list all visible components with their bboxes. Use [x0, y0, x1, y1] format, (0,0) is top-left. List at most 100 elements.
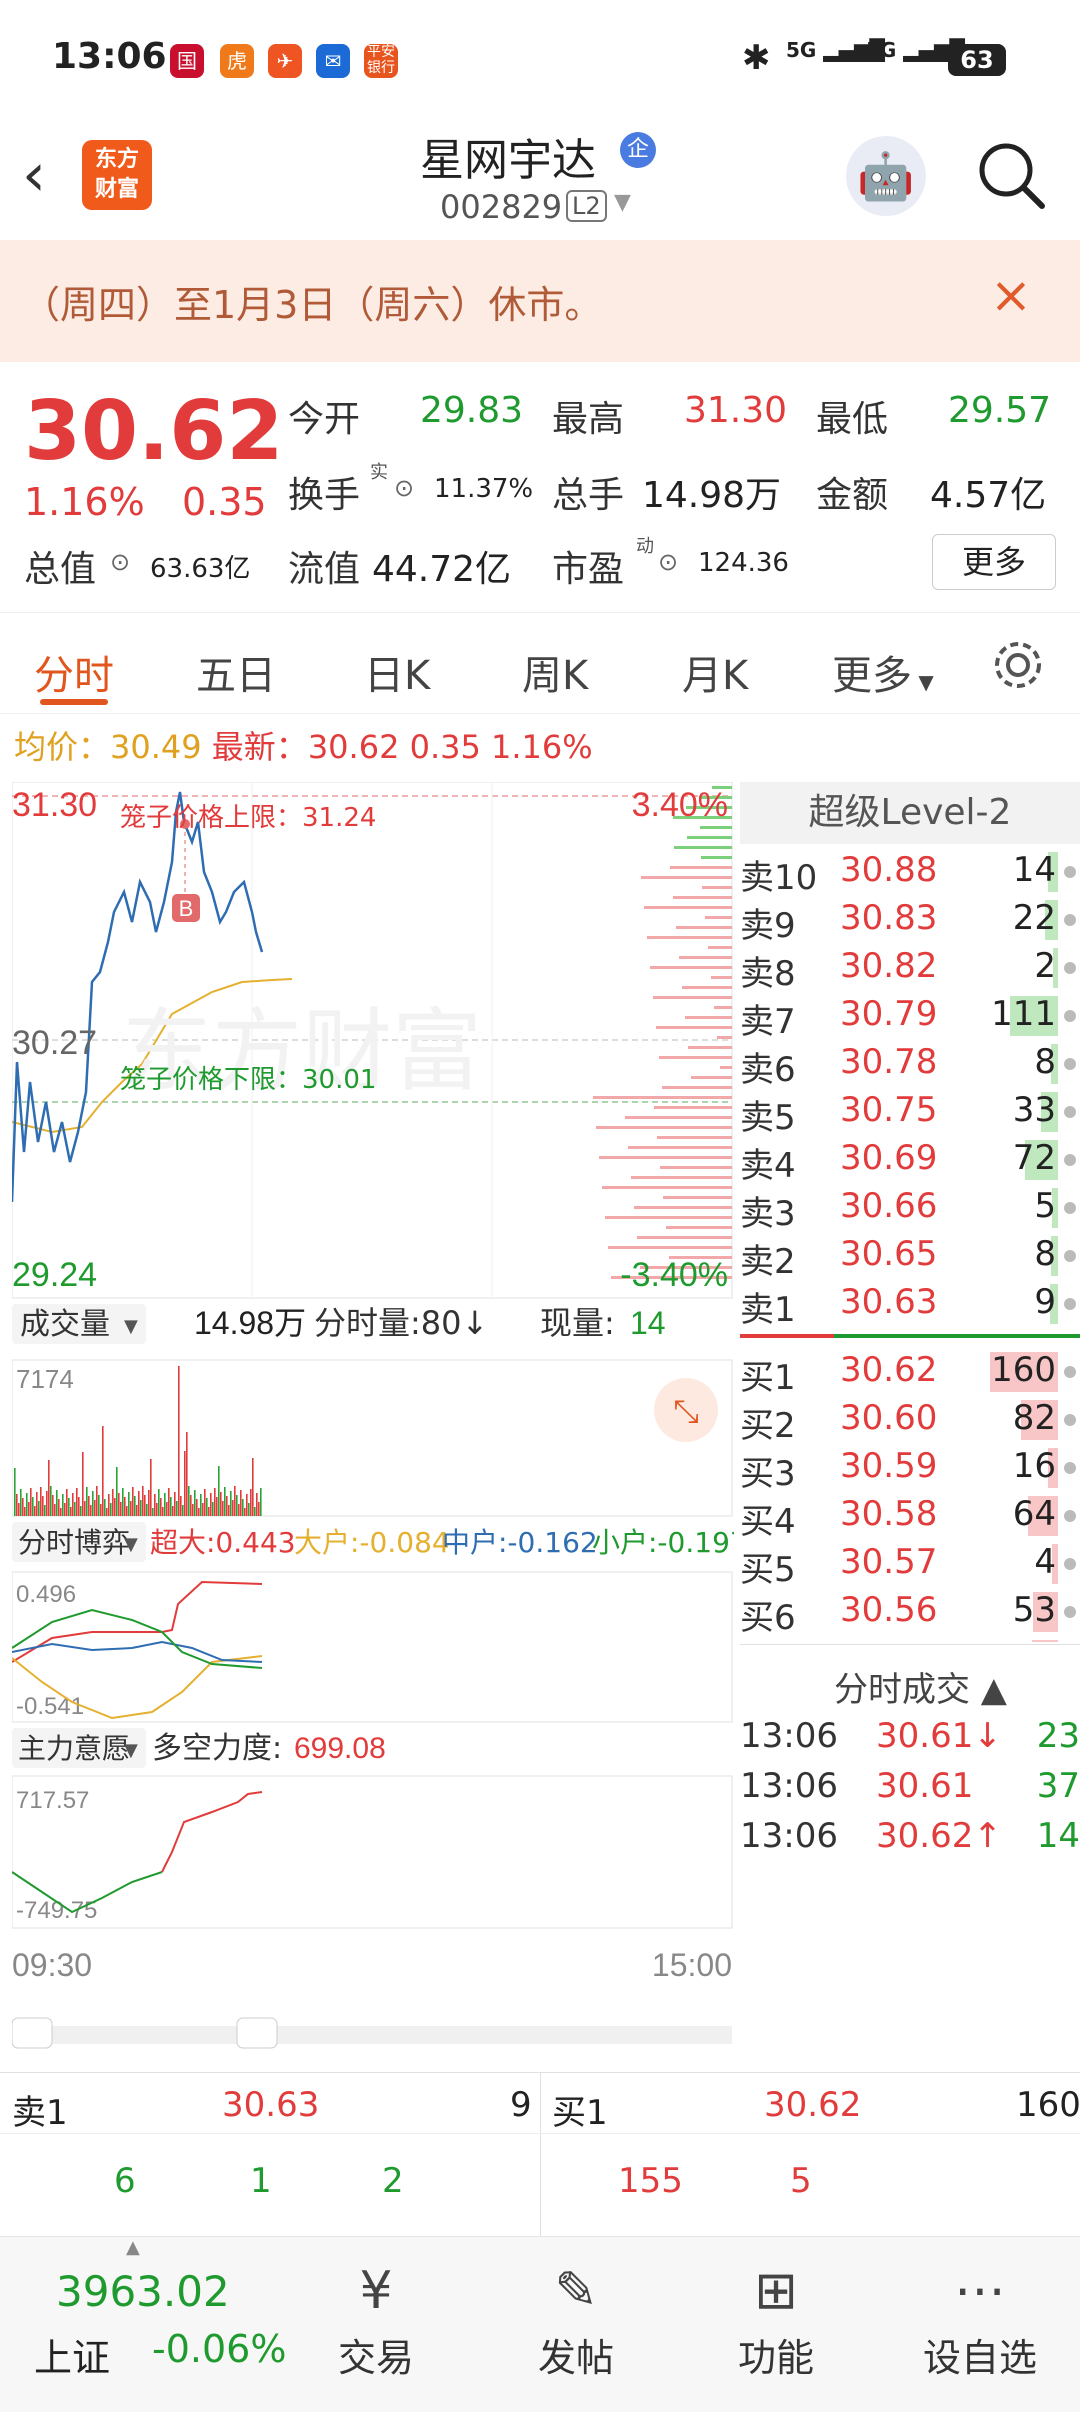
notice-text: （周四）至1月3日（周六）休市。	[22, 283, 603, 327]
depth-bar	[688, 1046, 732, 1049]
bid-level[interactable]: 买6 30.56 53	[740, 1590, 1080, 1638]
tab-daily-k[interactable]: 日K	[364, 643, 430, 701]
float-cap-value: 44.72亿	[372, 549, 512, 590]
volume-bar	[146, 1504, 148, 1516]
volume-label: 成交量	[20, 1307, 110, 1342]
depth-bar	[714, 1006, 732, 1009]
bid-level[interactable]: 买3 30.59 16	[740, 1446, 1080, 1494]
level-price: 30.78	[840, 1042, 938, 1082]
ticks-title[interactable]: 分时成交 ▲	[834, 1662, 1007, 1711]
info-icon[interactable]: ⊙	[110, 548, 130, 576]
index-pct[interactable]: -0.06%	[152, 2327, 286, 2371]
super-large: 超大:0.443	[150, 1526, 296, 1559]
volume-bar	[112, 1489, 114, 1516]
volume-bar	[190, 1495, 192, 1516]
tab-more[interactable]: 更多 ▼	[832, 643, 934, 701]
volume-bar	[252, 1458, 254, 1516]
order-book-title[interactable]: 超级Level-2	[740, 782, 1080, 844]
bid-level[interactable]: 买7 30.55 54	[740, 1638, 1080, 1642]
queue-panel: 卖1 30.63 9 买1 30.62 160 6 1 2 155 5	[0, 2072, 1080, 2237]
bid-level[interactable]: 买2 30.60 82	[740, 1398, 1080, 1446]
level-volume: 64	[1012, 1494, 1056, 1534]
volume-bar	[96, 1486, 98, 1516]
index-value[interactable]: 3963.02	[56, 2267, 230, 2316]
depth-bar	[628, 1146, 732, 1149]
volume-bar	[142, 1486, 144, 1516]
depth-bar	[637, 1236, 732, 1239]
depth-bar	[659, 1056, 732, 1059]
chevron-up-icon[interactable]: ▲	[126, 2237, 140, 2258]
time-scroller[interactable]	[12, 2026, 732, 2044]
ask-level[interactable]: 卖8 30.82 2	[740, 946, 1080, 994]
depth-bar	[691, 1076, 732, 1079]
level2-badge[interactable]: L2	[566, 190, 607, 222]
close-icon[interactable]: ×	[990, 266, 1032, 324]
level-name: 买2	[740, 1406, 796, 1446]
ask-level[interactable]: 卖1 30.63 9	[740, 1282, 1080, 1330]
depth-bar	[701, 856, 732, 859]
depth-bar	[599, 1156, 732, 1159]
volume-bar	[94, 1500, 96, 1516]
scroller-handle-right[interactable]	[236, 2017, 278, 2049]
more-button[interactable]: 更多	[932, 534, 1056, 590]
index-name[interactable]: 上证	[34, 2327, 110, 2382]
info-icon[interactable]: ⊙	[658, 548, 678, 576]
depth-bar	[625, 1116, 732, 1119]
volume-bar	[182, 1505, 184, 1516]
volume-bar	[140, 1500, 142, 1516]
chevron-down-icon[interactable]: ▼	[614, 190, 631, 215]
tab-intraday[interactable]: 分时	[34, 643, 114, 701]
volume-bar	[110, 1503, 112, 1516]
ask-level[interactable]: 卖9 30.83 22	[740, 898, 1080, 946]
nav-functions[interactable]: ⊞ 功能	[706, 2261, 846, 2382]
volume-bar	[116, 1467, 118, 1516]
intraday-chart[interactable]: B 东方财富 31.30 30.27 29.24 3.40% -3.40% 笼子…	[10, 781, 748, 2072]
robot-assistant-icon[interactable]: 🤖	[846, 136, 926, 216]
ask-level[interactable]: 卖6 30.78 8	[740, 1042, 1080, 1090]
tab-weekly-k[interactable]: 周K	[522, 643, 588, 701]
depth-bar	[679, 956, 732, 959]
bid-level[interactable]: 买4 30.58 64	[740, 1494, 1080, 1542]
volume-bar	[74, 1502, 76, 1516]
scroller-handle-left[interactable]	[11, 2017, 53, 2049]
nav-add-watchlist[interactable]: ⋯ 设自选	[910, 2261, 1050, 2382]
level-name: 卖1	[740, 1290, 796, 1330]
tab-five-day[interactable]: 五日	[196, 643, 276, 701]
ask-level[interactable]: 卖4 30.69 72	[740, 1138, 1080, 1186]
tick-volume: 37	[1036, 1766, 1080, 1806]
volume-bar	[202, 1503, 204, 1516]
depth-bar	[602, 1186, 732, 1189]
level-name: 买6	[740, 1598, 796, 1638]
volume-bar	[188, 1486, 190, 1516]
volume-bar	[24, 1507, 26, 1516]
tick-price: 30.61↓	[876, 1716, 1002, 1756]
market-cap-label: 总值	[24, 549, 97, 590]
ask-level[interactable]: 卖5 30.75 33	[740, 1090, 1080, 1138]
volume-bar	[104, 1499, 106, 1516]
tab-monthly-k[interactable]: 月K	[682, 643, 748, 701]
ask-level[interactable]: 卖2 30.65 8	[740, 1234, 1080, 1282]
nav-post[interactable]: ✎ 发帖	[506, 2261, 646, 2382]
app-logo[interactable]: 东方 财富	[82, 140, 152, 210]
ask-level[interactable]: 卖3 30.66 5	[740, 1186, 1080, 1234]
info-icon[interactable]: ⊙	[394, 474, 414, 502]
settings-gear-icon[interactable]	[990, 637, 1046, 693]
search-icon[interactable]	[976, 140, 1048, 212]
bid-level[interactable]: 买5 30.57 4	[740, 1542, 1080, 1590]
status-dot	[1064, 1250, 1076, 1262]
level-price: 30.56	[840, 1590, 938, 1630]
nav-trade[interactable]: ¥ 交易	[306, 2261, 446, 2382]
volume-bar	[136, 1505, 138, 1516]
back-icon[interactable]: ‹	[22, 140, 46, 210]
intent-label: 主力意愿	[18, 1732, 130, 1765]
ask-level[interactable]: 卖10 30.88 14	[740, 850, 1080, 898]
volume-bar	[230, 1491, 232, 1516]
market-closed-notice: （周四）至1月3日（周六）休市。 ×	[0, 240, 1080, 362]
bid-level[interactable]: 买1 30.62 160	[740, 1350, 1080, 1398]
volume-bar	[212, 1502, 214, 1516]
volume-bar	[138, 1491, 140, 1516]
volume-bar	[56, 1490, 58, 1516]
app-notification-icon: 平安 银行	[364, 44, 398, 78]
level-volume: 160	[991, 1350, 1056, 1390]
ask-level[interactable]: 卖7 30.79 111	[740, 994, 1080, 1042]
